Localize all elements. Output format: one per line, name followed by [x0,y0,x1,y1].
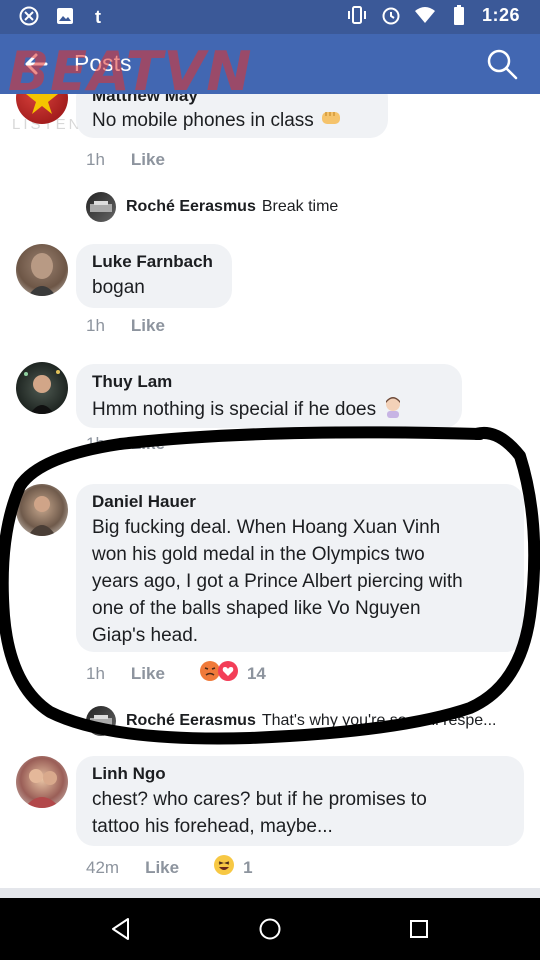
search-icon[interactable] [484,46,520,82]
reply-preview[interactable]: Roché Eerasmus Break time [86,192,338,222]
comments-list: Matthew May No mobile phones in class 1h… [0,94,540,890]
comment-text: bogan [92,277,145,298]
comment-meta: 1h Like [86,434,165,454]
comment-meta: 1h Like [86,150,165,170]
comment-author[interactable]: Thuy Lam [92,372,446,392]
tumblr-icon: t [90,5,112,27]
comment-bubble: Daniel Hauer Big fucking deal. When Hoan… [76,484,524,652]
thinking-woman-emoji [381,394,405,426]
comment-author[interactable]: Linh Ngo [92,764,508,784]
android-nav-bar [0,898,540,960]
app-header: Posts [0,34,540,94]
avatar[interactable] [86,192,116,222]
avatar[interactable] [16,94,68,124]
comment-meta: 1h Like 14 [86,660,266,687]
svg-text:t: t [95,7,101,26]
comment-meta: 42m Like 1 [86,854,253,881]
wifi-icon [414,4,436,26]
comment-author[interactable]: Luke Farnbach [92,252,216,272]
reply-text: Break time [261,198,339,215]
back-triangle-icon[interactable] [108,916,134,942]
battery-icon [448,4,470,26]
haha-icon [213,854,235,881]
comment-text: Big fucking deal. When Hoang Xuan Vinh w… [92,517,463,646]
alarm-icon [380,4,402,26]
like-button[interactable]: Like [131,434,165,454]
comment-time: 1h [86,434,105,453]
comment-time: 42m [86,857,120,877]
image-icon [54,5,76,27]
home-circle-icon[interactable] [257,916,283,942]
like-button[interactable]: Like [131,316,165,336]
reactions-summary[interactable]: 14 [199,660,266,687]
comment-meta: 1h Like [86,316,165,336]
status-time: 1:26 [481,4,520,25]
comment-bubble: Linh Ngo chest? who cares? but if he pro… [76,756,524,846]
xbox-icon [18,5,40,27]
reaction-count: 1 [243,857,253,877]
status-bar: t 1:26 [0,0,540,34]
reply-author[interactable]: Roché Eerasmus [126,712,256,730]
comment-text: No mobile phones in class [92,106,372,136]
comment-author[interactable]: Daniel Hauer [92,492,508,512]
comment-text: chest? who cares? but if he promises to … [92,789,427,837]
vibrate-icon [346,4,368,26]
comment-bubble: Luke Farnbach bogan [76,244,232,308]
reaction-count: 14 [246,663,266,683]
like-button[interactable]: Like [131,150,165,170]
love-icon [217,660,239,687]
comment-time: 1h [86,663,105,683]
reply-author[interactable]: Roché Eerasmus [126,198,256,216]
page-title: Posts [74,50,132,76]
reactions-summary[interactable]: 1 [213,854,253,881]
comment-author[interactable]: Matthew May [92,94,372,106]
comment-text: Hmm nothing is special if he does [92,394,446,426]
avatar[interactable] [86,706,116,736]
avatar[interactable] [16,362,68,414]
content-separator [0,888,540,898]
comment-bubble: Matthew May No mobile phones in class [76,94,388,138]
like-button[interactable]: Like [145,858,179,878]
like-button[interactable]: Like [131,664,165,684]
avatar[interactable] [16,484,68,536]
recents-square-icon[interactable] [406,916,432,942]
comment-time: 1h [86,316,105,335]
back-arrow-icon[interactable] [20,48,52,80]
reply-text: That's why you're so well respe... [261,712,497,729]
fist-emoji [319,106,343,136]
comment-time: 1h [86,150,105,169]
avatar[interactable] [16,756,68,808]
reply-preview[interactable]: Roché Eerasmus That's why you're so well… [86,706,497,736]
avatar[interactable] [16,244,68,296]
comment-bubble: Thuy Lam Hmm nothing is special if he do… [76,364,462,428]
